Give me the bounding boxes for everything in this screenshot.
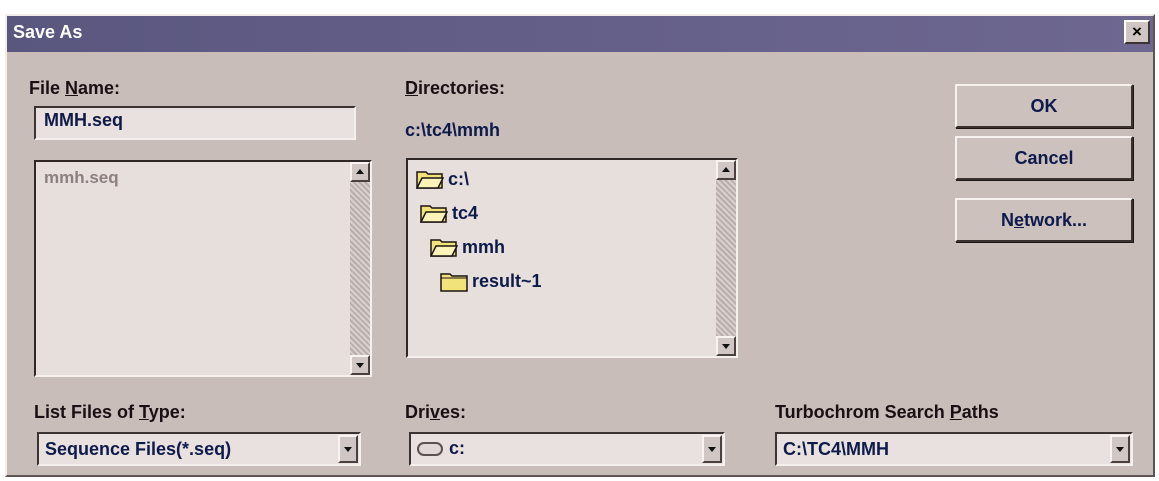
- close-icon: ×: [1132, 22, 1142, 41]
- folder-icon: [440, 273, 468, 292]
- file-list-scrollbar[interactable]: [350, 162, 370, 375]
- tree-item-result[interactable]: result~1: [440, 270, 542, 292]
- search-paths-dropdown-button[interactable]: [1110, 435, 1130, 463]
- directories-label: Directories:: [405, 78, 506, 98]
- scroll-up-button[interactable]: [716, 160, 736, 180]
- drives-label: Drives:: [405, 402, 467, 422]
- search-paths-select[interactable]: C:\TC4\MMH: [775, 432, 1133, 466]
- arrow-down-icon: [722, 344, 730, 349]
- arrow-down-icon: [356, 363, 364, 368]
- tree-item-mmh[interactable]: mmh: [430, 236, 505, 258]
- file-name-input[interactable]: MMH.seq: [34, 106, 356, 140]
- drive-value: c:: [449, 438, 466, 458]
- arrow-up-icon: [356, 169, 364, 174]
- file-list[interactable]: mmh.seq: [34, 160, 372, 377]
- arrow-up-icon: [722, 167, 730, 172]
- cancel-button[interactable]: Cancel: [955, 136, 1133, 180]
- open-folder-icon: [430, 239, 458, 257]
- ok-button[interactable]: OK: [955, 84, 1133, 128]
- network-button[interactable]: Network...: [955, 198, 1133, 242]
- search-paths-label: Turbochrom Search Paths: [775, 402, 999, 422]
- open-folder-icon: [420, 205, 448, 223]
- scroll-down-button[interactable]: [716, 336, 736, 356]
- directory-tree[interactable]: c:\ tc4 mmh result~1: [406, 158, 738, 358]
- file-type-select[interactable]: Sequence Files(*.seq): [37, 432, 361, 466]
- chevron-down-icon: [708, 447, 716, 452]
- drive-dropdown-button[interactable]: [702, 435, 722, 463]
- file-name-value: MMH.seq: [44, 110, 124, 130]
- save-as-dialog: Save As × File Name: MMH.seq mmh.seq Dir…: [5, 14, 1155, 477]
- search-paths-value: C:\TC4\MMH: [783, 439, 889, 459]
- file-type-dropdown-button[interactable]: [338, 435, 358, 463]
- chevron-down-icon: [344, 447, 352, 452]
- scroll-down-button[interactable]: [350, 355, 370, 375]
- title-bar[interactable]: Save As ×: [7, 16, 1153, 52]
- open-folder-icon: [416, 171, 444, 189]
- close-button[interactable]: ×: [1124, 20, 1150, 44]
- list-type-label: List Files of Type:: [34, 402, 186, 422]
- chevron-down-icon: [1116, 447, 1124, 452]
- drive-select[interactable]: c:: [409, 432, 725, 466]
- drive-icon: [417, 441, 443, 456]
- dialog-title: Save As: [13, 22, 83, 42]
- tree-item-tc4[interactable]: tc4: [420, 202, 478, 224]
- list-item[interactable]: mmh.seq: [44, 168, 119, 188]
- file-type-value: Sequence Files(*.seq): [45, 439, 232, 459]
- tree-item-root[interactable]: c:\: [416, 168, 469, 190]
- current-directory-path: c:\tc4\mmh: [405, 120, 501, 140]
- scroll-up-button[interactable]: [350, 162, 370, 182]
- file-name-label: File Name:: [29, 78, 121, 98]
- directory-scrollbar[interactable]: [716, 160, 736, 356]
